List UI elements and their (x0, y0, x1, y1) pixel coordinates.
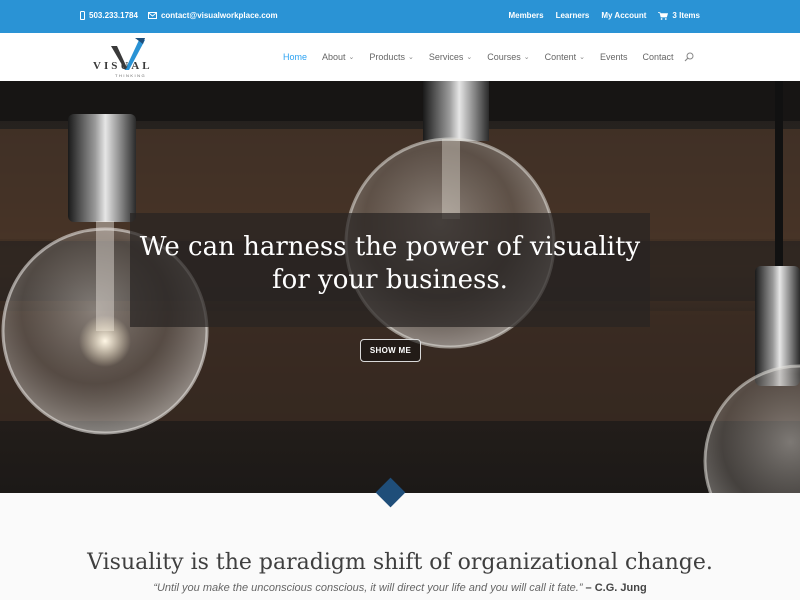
chevron-down-icon: ⌄ (466, 54, 473, 61)
intro-quote: “Until you make the unconscious consciou… (0, 582, 800, 594)
site-header: VISUAL THINKING Home About ⌄ Products ⌄ Se… (0, 33, 800, 81)
chevron-down-icon: ⌄ (579, 54, 586, 61)
top-bar: 503.233.1784 contact@visualworkplace.com… (0, 0, 800, 33)
search-icon (684, 52, 694, 62)
cart-link[interactable]: 3 Items (658, 11, 700, 20)
hero-headline: We can harness the power of visuality fo… (139, 232, 641, 295)
nav-item-home[interactable]: Home (283, 52, 307, 62)
nav-item-courses[interactable]: Courses ⌄ (487, 52, 529, 62)
chevron-down-icon: ⌄ (523, 54, 530, 61)
nav-label: Services (428, 52, 464, 62)
quote-text: “Until you make the unconscious consciou… (153, 582, 583, 594)
nav-item-content[interactable]: Content ⌄ (545, 52, 585, 62)
logo-subtitle: THINKING (115, 73, 147, 78)
email-link[interactable]: contact@visualworkplace.com (147, 11, 278, 20)
site-logo[interactable]: VISUAL THINKING (93, 38, 165, 78)
cart-count: 3 Items (672, 11, 700, 20)
chevron-down-icon: ⌄ (348, 54, 355, 61)
search-button[interactable] (684, 52, 694, 62)
nav-label: Courses (487, 52, 521, 62)
phone-number: 503.233.1784 (89, 11, 138, 20)
top-bar-links: Members Learners My Account 3 Items (508, 11, 700, 20)
nav-item-services[interactable]: Services ⌄ (429, 52, 472, 62)
envelope-icon (147, 12, 157, 19)
phone-link[interactable]: 503.233.1784 (80, 11, 138, 20)
nav-item-events[interactable]: Events (600, 52, 628, 62)
phone-icon (80, 11, 85, 20)
logo-wordmark: VISUAL (93, 60, 153, 72)
nav-item-contact[interactable]: Contact (643, 52, 674, 62)
cart-icon (658, 11, 669, 20)
nav-label: Products (369, 52, 405, 62)
chevron-down-icon: ⌄ (407, 54, 414, 61)
nav-label: Content (544, 52, 577, 62)
nav-label: Home (283, 52, 308, 62)
quote-author: – C.G. Jung (582, 582, 647, 594)
members-link[interactable]: Members (508, 11, 543, 20)
hero-banner: We can harness the power of visuality fo… (0, 81, 800, 493)
my-account-link[interactable]: My Account (601, 11, 646, 20)
nav-label: About (322, 52, 346, 62)
main-nav: Home About ⌄ Products ⌄ Services ⌄ Courses ⌄… (283, 52, 709, 62)
top-bar-contacts: 503.233.1784 contact@visualworkplace.com (80, 11, 278, 20)
intro-tagline: Visuality is the paradigm shift of organ… (87, 550, 713, 575)
nav-label: Events (600, 52, 628, 62)
nav-item-products[interactable]: Products ⌄ (369, 52, 413, 62)
learners-link[interactable]: Learners (556, 11, 590, 20)
nav-label: Contact (642, 52, 674, 62)
nav-item-about[interactable]: About ⌄ (322, 52, 354, 62)
show-me-button[interactable]: SHOW ME (360, 339, 421, 362)
email-address: contact@visualworkplace.com (160, 11, 278, 20)
